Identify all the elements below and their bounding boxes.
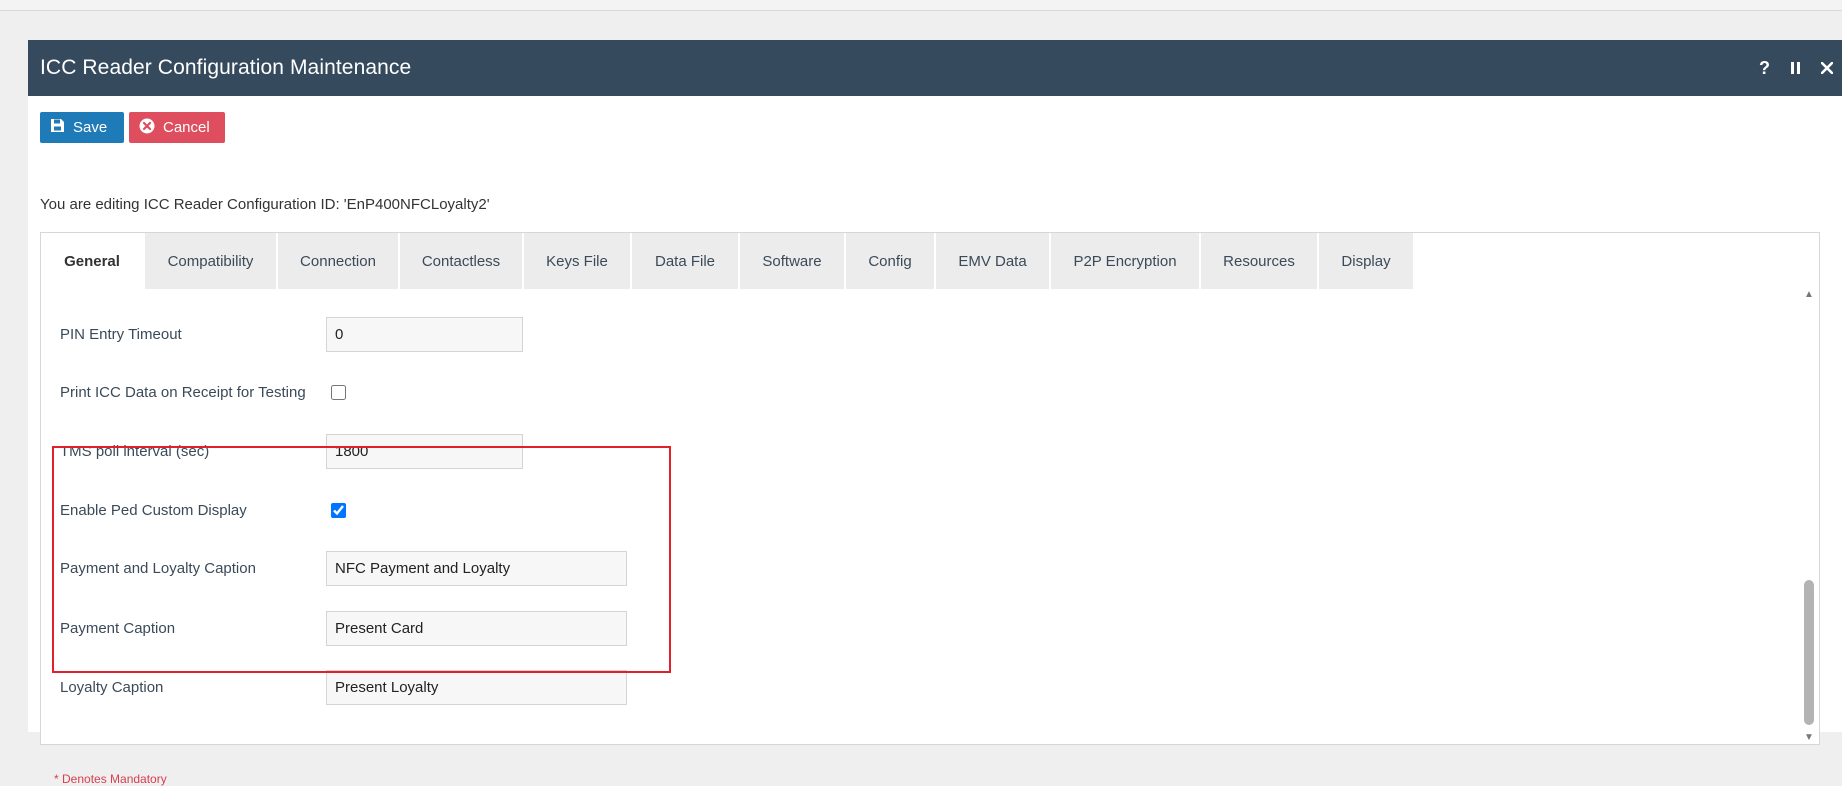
pin-entry-timeout-input[interactable] [326,317,523,352]
scroll-up-arrow-icon[interactable]: ▲ [1803,289,1815,301]
tab-resources[interactable]: Resources [1201,233,1317,289]
print-icc-data-checkbox[interactable] [331,385,346,400]
tab-display[interactable]: Display [1319,233,1413,289]
tab-keys-file[interactable]: Keys File [524,233,630,289]
scrollbar-thumb[interactable] [1804,580,1814,725]
tab-strip: General Compatibility Connection Contact… [41,233,1819,289]
payment-caption-label: Payment Caption [60,620,176,637]
save-label: Save [73,119,108,136]
payment-loyalty-caption-input[interactable] [326,551,627,586]
enable-ped-custom-display-checkbox[interactable] [331,503,346,518]
tab-p2p-encryption[interactable]: P2P Encryption [1051,233,1199,289]
mandatory-note: * Denotes Mandatory [54,772,167,786]
dialog-titlebar: ICC Reader Configuration Maintenance ? [28,40,1842,96]
cancel-circle-x-icon [139,118,155,138]
payment-loyalty-caption-label: Payment and Loyalty Caption [60,560,256,577]
help-icon[interactable]: ? [1749,40,1780,96]
browser-top-strip [0,0,1842,11]
loyalty-caption-row: Loyalty Caption [60,670,627,705]
tms-poll-interval-label: TMS poll interval (sec) [60,443,210,460]
tms-poll-interval-input[interactable] [326,434,523,469]
tab-emv-data[interactable]: EMV Data [936,233,1049,289]
save-button[interactable]: Save [40,112,124,143]
pin-entry-timeout-row: PIN Entry Timeout [60,317,523,352]
loyalty-caption-label: Loyalty Caption [60,679,164,696]
action-toolbar: Save Cancel [40,112,225,143]
tab-connection[interactable]: Connection [278,233,398,289]
dialog-title: ICC Reader Configuration Maintenance [40,56,412,79]
editing-message: You are editing ICC Reader Configuration… [40,196,490,213]
tab-compatibility[interactable]: Compatibility [145,233,276,289]
scroll-down-arrow-icon[interactable]: ▼ [1803,732,1815,744]
tab-general[interactable]: General [41,233,143,289]
tms-poll-interval-row: TMS poll interval (sec) [60,434,523,469]
payment-caption-input[interactable] [326,611,627,646]
enable-ped-custom-display-row: Enable Ped Custom Display [60,493,346,528]
window-controls: ? [1749,40,1842,96]
payment-loyalty-caption-row: Payment and Loyalty Caption [60,551,627,586]
tab-software[interactable]: Software [740,233,844,289]
payment-caption-row: Payment Caption [60,611,627,646]
tab-config[interactable]: Config [846,233,934,289]
cancel-label: Cancel [163,119,210,136]
tab-contactless[interactable]: Contactless [400,233,522,289]
pause-icon[interactable] [1780,40,1811,96]
cancel-button[interactable]: Cancel [129,112,225,143]
config-dialog: ICC Reader Configuration Maintenance ? S… [28,40,1842,786]
floppy-disk-icon [50,118,65,137]
print-icc-data-row: Print ICC Data on Receipt for Testing [60,375,346,410]
pin-entry-timeout-label: PIN Entry Timeout [60,326,182,343]
tab-panel: General Compatibility Connection Contact… [40,232,1820,786]
enable-ped-custom-display-label: Enable Ped Custom Display [60,502,247,519]
close-icon[interactable] [1811,40,1842,96]
vertical-scrollbar[interactable]: ▲ ▼ [1799,289,1819,744]
tab-data-file[interactable]: Data File [632,233,738,289]
loyalty-caption-input[interactable] [326,670,627,705]
print-icc-data-label: Print ICC Data on Receipt for Testing [60,384,306,401]
general-form: PIN Entry Timeout Print ICC Data on Rece… [41,289,1801,786]
